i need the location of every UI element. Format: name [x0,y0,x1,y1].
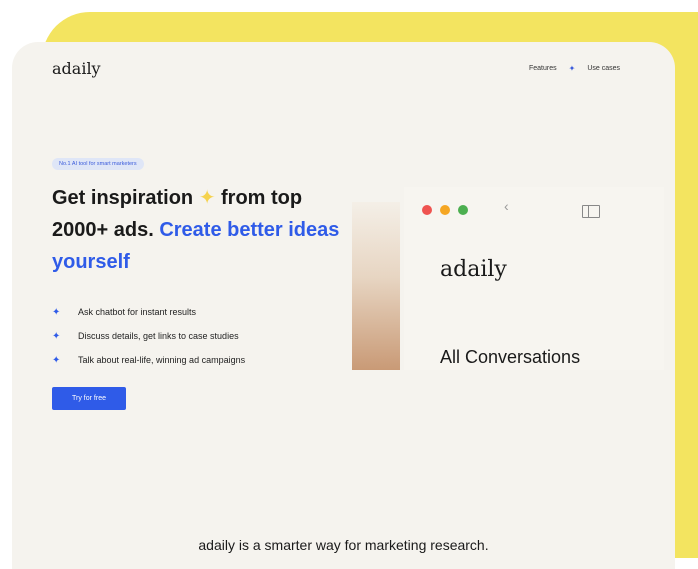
hero-headline: Get inspiration ✦ from top 2000+ ads. Cr… [52,182,352,278]
nav-link-use-cases[interactable]: Use cases [587,65,620,72]
top-nav: Features ✦ Use cases [529,64,620,73]
star-icon: ✦ [52,306,61,318]
feature-item: ✦ Talk about real-life, winning ad campai… [52,348,245,372]
feature-item: ✦ Discuss details, get links to case stud… [52,324,245,348]
feature-text: Talk about real-life, winning ad campaig… [78,355,246,365]
hero-badge: No.1 AI tool for smart marketers [52,158,144,170]
window-maximize-dot [458,205,468,215]
feature-item: ✦ Ask chatbot for instant results [52,300,245,324]
logo[interactable]: adaily [52,59,101,78]
feature-text: Ask chatbot for instant results [78,307,197,317]
sidebar-toggle-icon [582,205,600,218]
star-icon: ✦ [52,330,61,342]
feature-list: ✦ Ask chatbot for instant results ✦ Discus… [52,300,245,372]
landing-page-card: adaily Features ✦ Use cases No.1 AI tool… [12,42,675,569]
try-for-free-button[interactable]: Try for free [52,387,126,410]
sparkle-icon: ✦ [198,187,216,209]
footer-tagline: adaily is a smarter way for marketing re… [198,537,489,553]
headline-part-1: Get inspiration [52,187,194,209]
nav-separator-icon: ✦ [568,64,576,73]
window-minimize-dot [440,205,450,215]
preview-logo: adaily [440,257,507,282]
back-arrow-icon: ‹ [504,198,509,214]
nav-link-features[interactable]: Features [529,65,557,72]
feature-text: Discuss details, get links to case studi… [78,331,239,341]
product-image-thumbnail [352,202,400,370]
window-close-dot [422,205,432,215]
star-icon: ✦ [52,354,61,366]
app-preview-window: ‹ adaily All Conversations [404,187,664,370]
preview-conversations-title: All Conversations [440,347,581,367]
